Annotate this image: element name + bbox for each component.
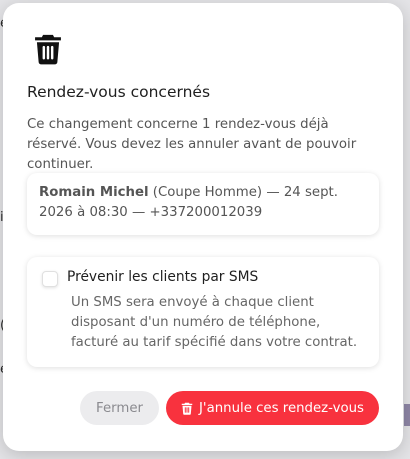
sms-notify-help: Un SMS sera envoyé à chaque client dispo… (71, 295, 358, 350)
cancel-appointments-button-label: J'annule ces rendez-vous (199, 400, 364, 416)
sms-notify-label[interactable]: Prévenir les clients par SMS (67, 269, 258, 285)
dialog-title: Rendez-vous concernés (27, 83, 211, 101)
appointment-card: Romain Michel (Coupe Homme) — 24 sept. 2… (27, 173, 379, 235)
background-button-edge (404, 404, 410, 426)
cancel-appointments-button[interactable]: J'annule ces rendez-vous (166, 391, 379, 425)
sms-notify-checkbox[interactable] (42, 271, 58, 287)
trash-icon (181, 402, 193, 415)
close-button-label: Fermer (96, 400, 143, 416)
close-button[interactable]: Fermer (80, 391, 159, 425)
appointment-client-name: Romain Michel (39, 185, 149, 200)
dialog-description: Ce changement concerne 1 rendez-vous déj… (27, 117, 357, 172)
trash-icon (35, 34, 61, 65)
cancel-appointments-dialog: Rendez-vous concernés Ce changement conc… (3, 3, 403, 451)
sms-notify-card: Prévenir les clients par SMS Un SMS sera… (27, 257, 379, 367)
